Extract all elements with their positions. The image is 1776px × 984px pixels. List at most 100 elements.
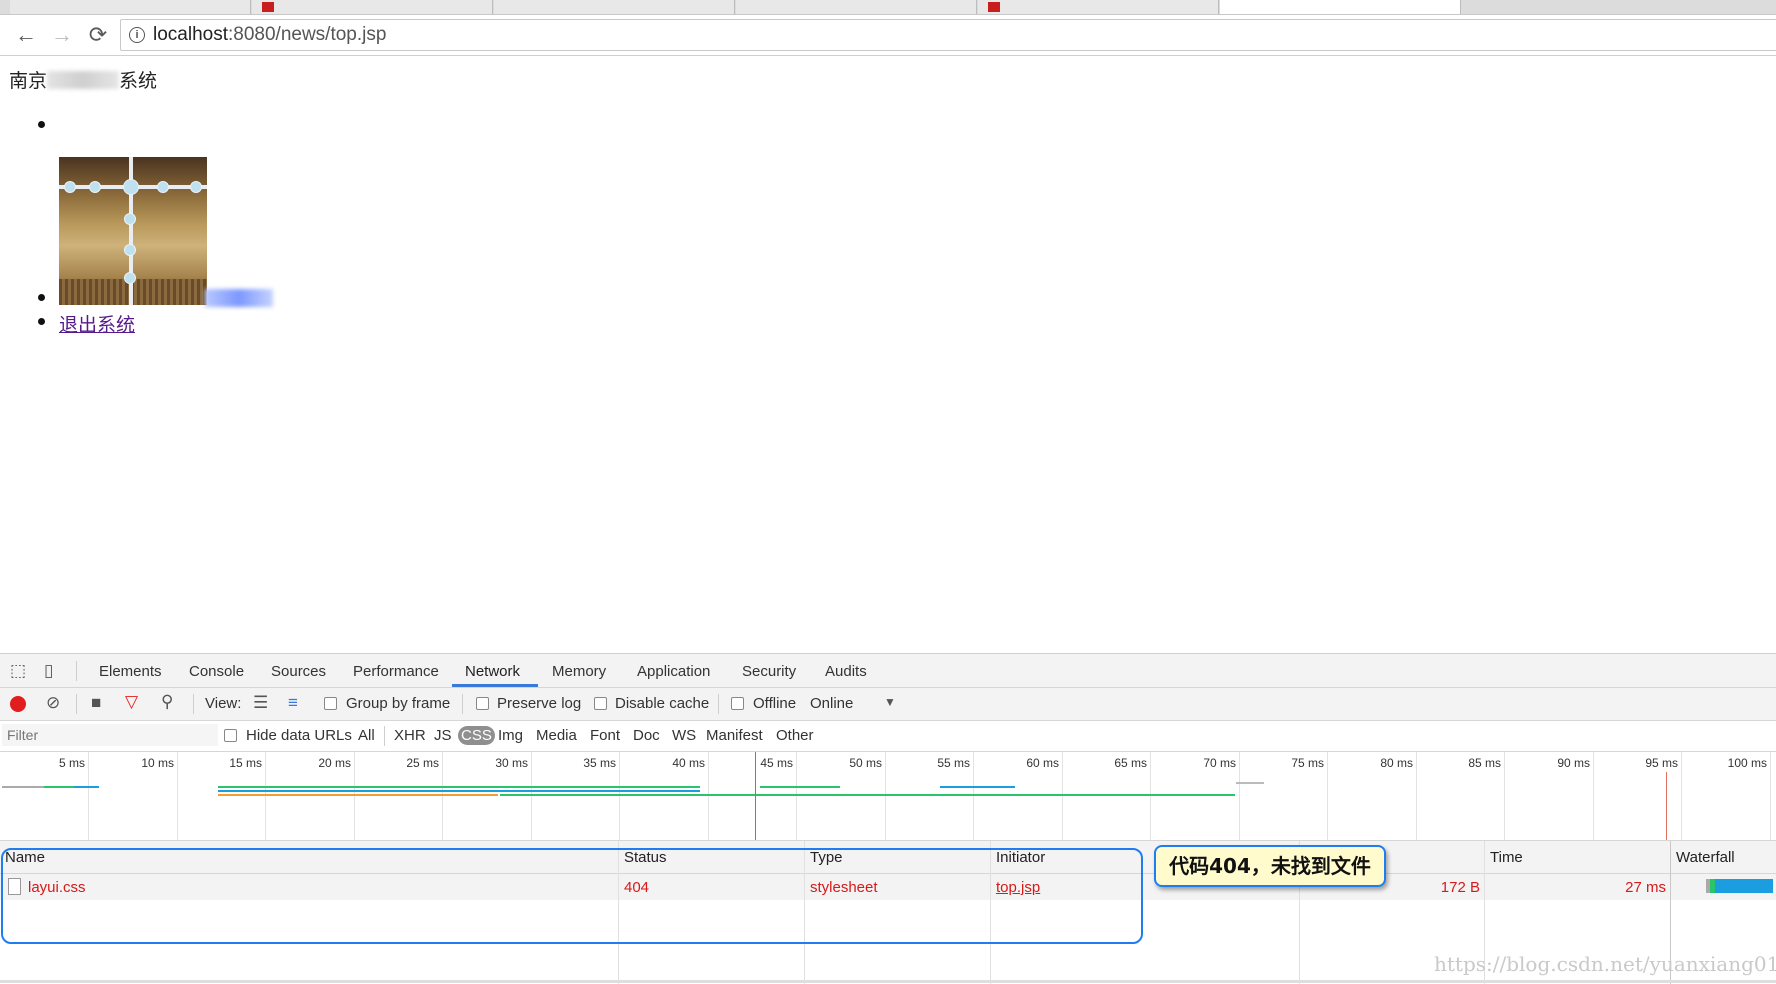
timeline-tick-label: 60 ms	[1026, 756, 1059, 770]
column-header-waterfall[interactable]: Waterfall	[1671, 841, 1776, 874]
device-toolbar-icon[interactable]: ▯	[44, 661, 53, 681]
filter-type-manifest[interactable]: Manifest	[706, 727, 763, 744]
clear-icon[interactable]: ⊘	[46, 693, 60, 713]
tab-elements[interactable]: Elements	[99, 663, 162, 680]
timeline-gridline	[1062, 752, 1063, 840]
filter-type-ws[interactable]: WS	[672, 727, 696, 744]
timeline-gridline	[1416, 752, 1417, 840]
timeline-tick-label: 5 ms	[58, 756, 85, 770]
title-prefix: 南京	[9, 71, 48, 92]
timeline-tick-label: 80 ms	[1380, 756, 1413, 770]
list-view-icon[interactable]: ☰	[253, 693, 268, 713]
timeline-tick-label: 45 ms	[760, 756, 793, 770]
chevron-down-icon[interactable]: ▼	[884, 695, 896, 709]
timeline-gridline	[1504, 752, 1505, 840]
address-bar[interactable]: i localhost:8080/news/top.jsp	[120, 19, 1776, 51]
browser-tab[interactable]	[736, 0, 977, 14]
timeline-gridline	[885, 752, 886, 840]
tab-application[interactable]: Application	[637, 663, 710, 680]
browser-tab-active[interactable]	[1220, 0, 1461, 14]
browser-tab[interactable]	[978, 0, 1219, 14]
active-tab-indicator	[452, 684, 538, 687]
timeline-gridline	[265, 752, 266, 840]
tab-memory[interactable]: Memory	[552, 663, 606, 680]
reload-button[interactable]: ⟳	[86, 23, 110, 47]
browser-tab[interactable]	[10, 0, 251, 14]
filter-type-all[interactable]: All	[358, 727, 375, 744]
waterfall-view-icon[interactable]: ≡	[288, 693, 298, 713]
group-by-frame-label: Group by frame	[346, 695, 451, 712]
back-button[interactable]: ←	[14, 23, 38, 47]
favicon-icon	[988, 2, 1000, 12]
timeline-gridline	[442, 752, 443, 840]
browser-tab[interactable]	[252, 0, 493, 14]
filter-type-media[interactable]: Media	[536, 727, 577, 744]
filter-type-other[interactable]: Other	[776, 727, 814, 744]
inspect-element-icon[interactable]: ⬚	[10, 661, 26, 681]
timeline-tick-label: 85 ms	[1468, 756, 1501, 770]
network-overview-timeline[interactable]: 5 ms 10 ms 15 ms 20 ms 25 ms 30 ms 35 ms 40 ms 4…	[0, 752, 1776, 841]
filter-bar: Hide data URLs All XHR JS CSS Img Media …	[0, 721, 1776, 752]
timeline-gridline	[973, 752, 974, 840]
hide-data-urls-label: Hide data URLs	[246, 727, 352, 744]
throttle-select[interactable]: Online	[810, 695, 853, 712]
preserve-log-label: Preserve log	[497, 695, 582, 712]
timeline-tick-label: 90 ms	[1557, 756, 1590, 770]
group-by-frame-checkbox[interactable]	[324, 697, 337, 710]
list-bullet	[38, 294, 45, 301]
filter-type-font[interactable]: Font	[590, 727, 620, 744]
timeline-gridline	[1593, 752, 1594, 840]
filter-type-css[interactable]: CSS	[458, 726, 495, 745]
page-viewport: 南京 系统 退出系统	[0, 56, 1776, 653]
hide-data-urls-checkbox[interactable]	[224, 729, 237, 742]
blurred-text	[47, 71, 120, 89]
timeline-gridline	[1150, 752, 1151, 840]
filter-type-doc[interactable]: Doc	[633, 727, 660, 744]
blurred-link[interactable]	[205, 289, 273, 307]
tab-security[interactable]: Security	[742, 663, 796, 680]
favicon-icon	[262, 2, 274, 12]
filter-input[interactable]	[2, 724, 218, 746]
logout-link[interactable]: 退出系统	[59, 310, 135, 337]
search-icon[interactable]: ⚲	[161, 692, 173, 712]
column-header-time[interactable]: Time	[1485, 841, 1670, 874]
timeline-gridline	[177, 752, 178, 840]
title-suffix: 系统	[119, 71, 158, 92]
cell-time: 27 ms	[1625, 879, 1666, 896]
camera-icon[interactable]: ■	[91, 693, 101, 713]
browser-tab[interactable]	[494, 0, 735, 14]
arrow-left-icon: ←	[15, 22, 37, 47]
watermark: https://blog.csdn.net/yuanxiang01	[1434, 952, 1776, 976]
filter-type-img[interactable]: Img	[498, 727, 523, 744]
record-button[interactable]	[10, 696, 26, 712]
view-label: View:	[205, 695, 242, 712]
list-bullet	[38, 318, 45, 325]
offline-checkbox[interactable]	[731, 697, 744, 710]
timeline-gridline	[88, 752, 89, 840]
forward-button[interactable]: →	[50, 23, 74, 47]
timeline-gridline	[1327, 752, 1328, 840]
load-marker	[1666, 772, 1667, 840]
filter-type-xhr[interactable]: XHR	[394, 727, 426, 744]
tab-console[interactable]: Console	[189, 663, 244, 680]
tab-network[interactable]: Network	[465, 663, 520, 680]
timeline-tick-label: 15 ms	[229, 756, 262, 770]
timeline-tick-label: 10 ms	[141, 756, 174, 770]
tab-performance[interactable]: Performance	[353, 663, 439, 680]
info-icon[interactable]: i	[129, 27, 145, 43]
timeline-tick-label: 50 ms	[849, 756, 882, 770]
preserve-log-checkbox[interactable]	[476, 697, 489, 710]
arrow-right-icon: →	[51, 22, 73, 47]
timeline-gridline	[619, 752, 620, 840]
url-text[interactable]: localhost:8080/news/top.jsp	[153, 24, 386, 46]
tab-audits[interactable]: Audits	[825, 663, 867, 680]
url-host: localhost	[153, 24, 228, 45]
timeline-gridline	[1239, 752, 1240, 840]
filter-icon[interactable]: ▽	[125, 692, 138, 712]
waterfall-bar	[1715, 879, 1773, 893]
logo-image	[59, 157, 207, 305]
filter-type-js[interactable]: JS	[434, 727, 452, 744]
reload-icon: ⟳	[88, 22, 108, 47]
tab-sources[interactable]: Sources	[271, 663, 326, 680]
disable-cache-checkbox[interactable]	[594, 697, 607, 710]
